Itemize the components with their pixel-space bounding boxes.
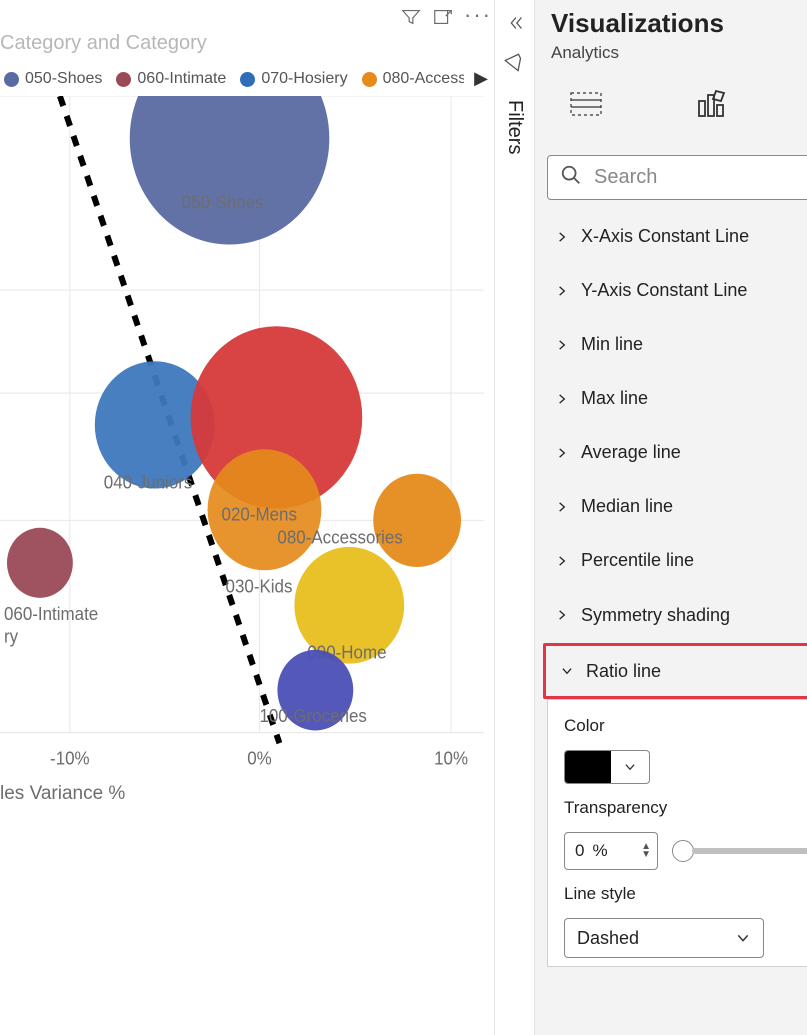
option-percentile-line[interactable]: Percentile line xyxy=(535,534,807,588)
option-min-line[interactable]: Min line xyxy=(535,318,807,372)
linestyle-label: Line style xyxy=(564,884,807,904)
chevron-right-icon xyxy=(553,338,571,352)
svg-text:10%: 10% xyxy=(434,748,468,769)
legend-scroll-right-icon[interactable]: ▶ xyxy=(474,68,488,89)
option-symmetry-shading[interactable]: Symmetry shading Off xyxy=(535,588,807,643)
option-ratio-line[interactable]: Ratio line On xyxy=(546,646,807,696)
color-swatch xyxy=(565,751,611,783)
svg-text:080-Accessories: 080-Accessories xyxy=(277,527,403,548)
chevron-down-icon xyxy=(735,930,751,946)
option-x-axis-constant-line[interactable]: X-Axis Constant Line xyxy=(535,210,807,264)
svg-text:0%: 0% xyxy=(247,748,272,769)
chevron-right-icon xyxy=(553,284,571,298)
svg-text:020-Mens: 020-Mens xyxy=(222,504,298,525)
tab-format[interactable] xyxy=(688,81,734,127)
ratio-line-settings: Color Transparency 0 % ▲▼ Line xyxy=(547,699,807,967)
chevron-right-icon xyxy=(553,446,571,460)
transparency-slider[interactable] xyxy=(672,840,807,862)
tab-fields[interactable] xyxy=(563,81,609,127)
search-box[interactable] xyxy=(547,155,807,200)
pane-title: Visualizations xyxy=(551,8,724,39)
option-median-line[interactable]: Median line xyxy=(535,480,807,534)
search-input[interactable] xyxy=(592,165,807,190)
chevron-right-icon xyxy=(553,392,571,406)
svg-text:040-Juniors: 040-Juniors xyxy=(104,472,193,493)
focus-mode-icon[interactable] xyxy=(432,6,454,33)
stepper-icon[interactable]: ▲▼ xyxy=(641,843,657,859)
filters-rail[interactable]: Filters xyxy=(495,0,535,1035)
transparency-label: Transparency xyxy=(564,798,807,818)
x-axis-title: les Variance % xyxy=(0,783,125,805)
color-picker[interactable] xyxy=(564,750,650,784)
option-y-axis-constant-line[interactable]: Y-Axis Constant Line xyxy=(535,264,807,318)
chart-plot[interactable]: 050-Shoes 040-Juniors 020-Mens 060-Intim… xyxy=(0,96,484,775)
svg-text:050-Shoes: 050-Shoes xyxy=(182,192,264,213)
collapse-left-icon[interactable] xyxy=(504,12,526,39)
filters-label: Filters xyxy=(503,100,526,154)
filter-icon[interactable] xyxy=(400,6,422,33)
svg-text:ry: ry xyxy=(4,626,18,647)
color-label: Color xyxy=(564,716,807,736)
linestyle-dropdown[interactable]: Dashed xyxy=(564,918,764,958)
svg-text:100-Groceries: 100-Groceries xyxy=(259,705,367,726)
chevron-right-icon xyxy=(553,608,571,622)
chevron-down-icon xyxy=(611,760,649,774)
more-options-icon[interactable]: ··· xyxy=(464,9,486,31)
chevron-right-icon xyxy=(553,500,571,514)
transparency-input[interactable]: 0 % ▲▼ xyxy=(564,832,658,870)
chart-title: Category and Category xyxy=(0,32,207,55)
filters-icon[interactable] xyxy=(504,53,526,80)
svg-text:030-Kids: 030-Kids xyxy=(226,576,293,597)
pane-subtitle: Analytics xyxy=(535,39,807,63)
svg-text:060-Intimate: 060-Intimate xyxy=(4,604,98,625)
search-icon xyxy=(560,164,582,191)
option-max-line[interactable]: Max line xyxy=(535,372,807,426)
svg-text:-10%: -10% xyxy=(50,748,90,769)
chevron-right-icon xyxy=(553,554,571,568)
chevron-down-icon xyxy=(558,664,576,678)
chevron-right-icon xyxy=(553,230,571,244)
chart-legend: 050-Shoes 060-Intimate 070-Hosiery 080-A… xyxy=(4,70,464,88)
option-average-line[interactable]: Average line xyxy=(535,426,807,480)
visualizations-pane: Visualizations » Analytics xyxy=(535,0,807,1035)
chart-visual[interactable]: ··· Category and Category 050-Shoes 060-… xyxy=(0,0,495,1035)
